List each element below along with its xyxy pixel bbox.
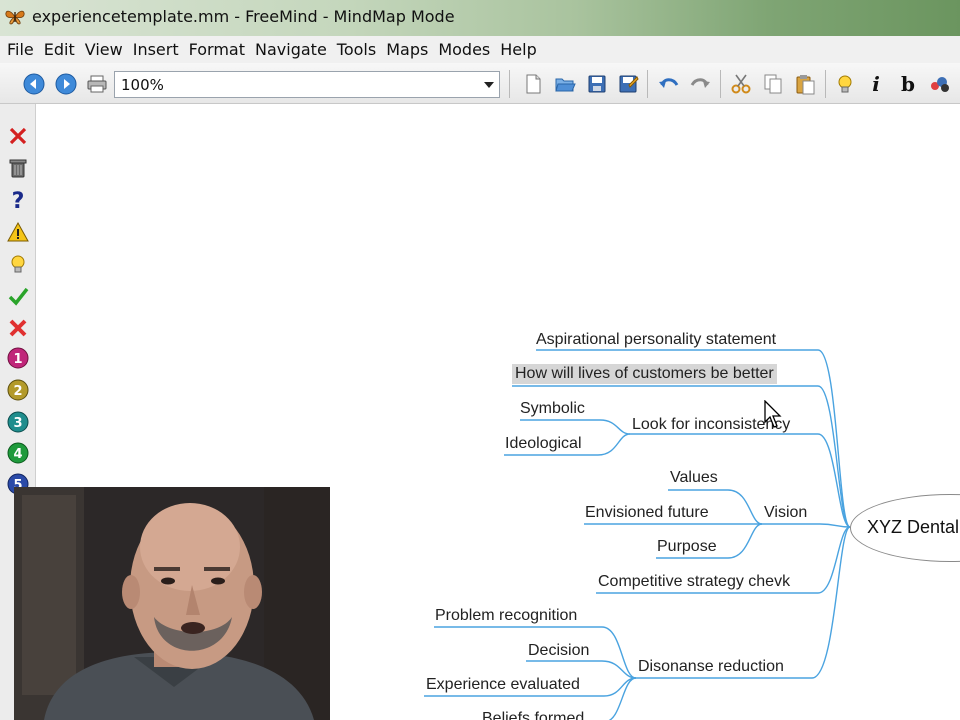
menu-insert[interactable]: Insert (128, 36, 184, 63)
toolbar-separator (825, 70, 826, 98)
priority-4-icon: 4 (7, 442, 29, 464)
menu-navigate[interactable]: Navigate (250, 36, 332, 63)
question-icon: ? (12, 189, 25, 211)
freemind-window: experiencetemplate.mm - FreeMind - MindM… (0, 0, 960, 720)
back-button[interactable] (22, 72, 46, 96)
node-problem[interactable]: Problem recognition (435, 606, 577, 626)
remove-icon-button[interactable] (6, 124, 30, 148)
idea-button[interactable] (833, 72, 857, 96)
menu-format[interactable]: Format (184, 36, 250, 63)
menu-modes[interactable]: Modes (433, 36, 495, 63)
node-envisioned[interactable]: Envisioned future (585, 503, 709, 523)
priority-3-icon: 3 (7, 411, 29, 433)
node-values[interactable]: Values (670, 468, 718, 488)
menu-maps[interactable]: Maps (381, 36, 433, 63)
zoom-select[interactable]: 100% (114, 71, 500, 98)
menu-edit[interactable]: Edit (39, 36, 80, 63)
node-disonanse[interactable]: Disonanse reduction (638, 657, 784, 677)
forward-button[interactable] (54, 72, 78, 96)
priority-3-button[interactable]: 3 (6, 410, 30, 434)
window-title: experiencetemplate.mm - FreeMind - MindM… (32, 7, 455, 26)
menu-bar: File Edit View Insert Format Navigate To… (0, 36, 960, 63)
copy-icon (764, 74, 782, 94)
redo-button[interactable] (688, 72, 712, 96)
zoom-value: 100% (121, 75, 164, 94)
node-aspirational[interactable]: Aspirational personality statement (536, 330, 776, 350)
save-button[interactable] (585, 72, 609, 96)
priority-4-label: 4 (13, 447, 22, 462)
cut-icon (731, 74, 751, 94)
undo-icon (659, 78, 679, 88)
node-how-will-lives[interactable]: How will lives of customers be better (512, 364, 777, 384)
back-icon (23, 73, 45, 95)
priority-1-label: 1 (13, 352, 22, 367)
priority-1-button[interactable]: 1 (6, 346, 30, 370)
menu-file[interactable]: File (2, 36, 39, 63)
copy-button[interactable] (761, 72, 785, 96)
webcam-video (14, 487, 330, 720)
cross-icon (9, 319, 27, 337)
paste-icon (796, 75, 815, 95)
checkmark-icon (8, 287, 29, 306)
toolbar-separator (720, 70, 721, 98)
print-icon (87, 75, 107, 93)
node-decision[interactable]: Decision (528, 641, 589, 661)
remove-icon (9, 127, 27, 145)
priority-2-icon: 2 (7, 379, 29, 401)
node-symbolic[interactable]: Symbolic (520, 399, 585, 419)
priority-3-label: 3 (13, 416, 22, 431)
save-as-icon (619, 75, 639, 93)
priority-2-button[interactable]: 2 (6, 378, 30, 402)
bold-button[interactable]: b (896, 72, 920, 96)
cut-button[interactable] (729, 72, 753, 96)
open-button[interactable] (553, 72, 577, 96)
checkmark-icon-button[interactable] (6, 284, 30, 308)
svg-text:?: ? (12, 189, 25, 211)
toolbar-separator (647, 70, 648, 98)
question-icon-button[interactable]: ? (6, 188, 30, 212)
priority-4-button[interactable]: 4 (6, 441, 30, 465)
cloud-icon (931, 77, 949, 92)
bulb-icon (838, 75, 852, 93)
cloud-button[interactable] (928, 72, 952, 96)
toolbar-separator (509, 70, 510, 98)
new-document-icon (526, 74, 541, 94)
root-node-label: XYZ Dental (867, 517, 960, 537)
cross-icon-button[interactable] (6, 316, 30, 340)
menu-tools[interactable]: Tools (332, 36, 381, 63)
save-icon (588, 75, 606, 93)
title-bar: experiencetemplate.mm - FreeMind - MindM… (0, 0, 960, 36)
idea-icon (11, 255, 25, 273)
open-folder-icon (555, 78, 576, 92)
trash-icon (9, 159, 27, 178)
print-button[interactable] (85, 72, 109, 96)
node-competitive[interactable]: Competitive strategy chevk (598, 572, 790, 592)
priority-1-icon: 1 (7, 347, 29, 369)
remove-all-icons-button[interactable] (6, 156, 30, 180)
warning-icon (7, 221, 29, 242)
mouse-cursor-icon (764, 400, 782, 428)
node-vision[interactable]: Vision (764, 503, 807, 523)
undo-button[interactable] (657, 72, 681, 96)
presenter-video-image (14, 487, 330, 720)
node-beliefs[interactable]: Beliefs formed (482, 709, 584, 720)
idea-icon-button[interactable] (6, 252, 30, 276)
warning-icon-button[interactable] (6, 220, 30, 244)
redo-icon (690, 78, 710, 88)
new-button[interactable] (521, 72, 545, 96)
node-purpose[interactable]: Purpose (657, 537, 717, 557)
chevron-down-icon[interactable] (479, 72, 499, 97)
butterfly-icon (5, 10, 25, 25)
node-ideological[interactable]: Ideological (505, 434, 582, 454)
priority-2-label: 2 (13, 384, 22, 399)
italic-button[interactable]: i (864, 72, 888, 96)
menu-help[interactable]: Help (495, 36, 541, 63)
forward-icon (55, 73, 77, 95)
menu-view[interactable]: View (80, 36, 128, 63)
node-experience[interactable]: Experience evaluated (426, 675, 580, 695)
save-as-button[interactable] (616, 72, 640, 96)
paste-button[interactable] (793, 72, 817, 96)
